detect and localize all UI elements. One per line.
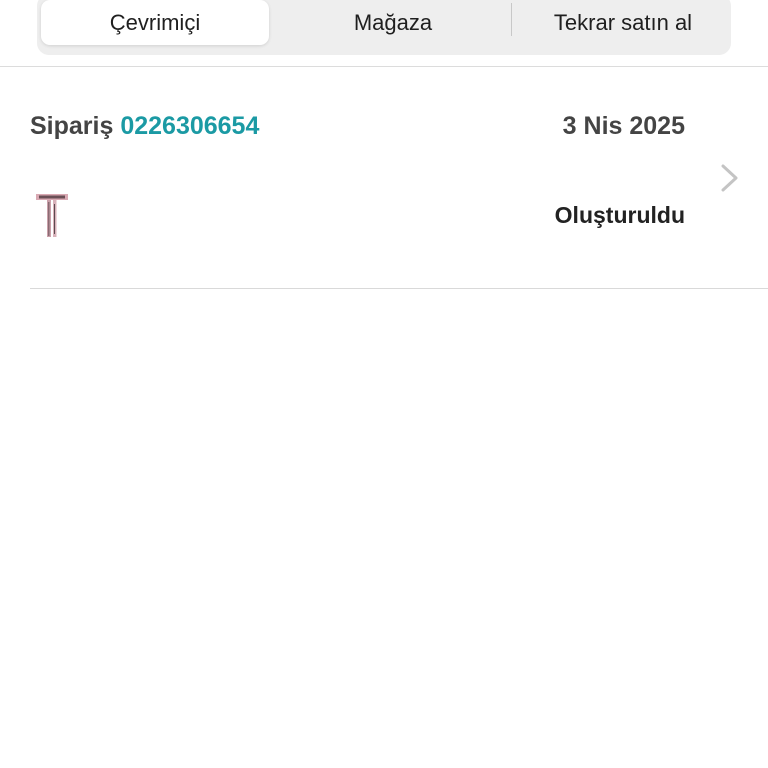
- tab-buy-again[interactable]: Tekrar satın al: [517, 0, 729, 45]
- top-bar: Çevrimiçi Mağaza Tekrar satın al: [0, 0, 768, 67]
- order-type-segmented-control: Çevrimiçi Mağaza Tekrar satın al: [37, 0, 731, 55]
- order-date: 3 Nis 2025: [562, 112, 685, 140]
- chevron-right-icon: [721, 164, 738, 192]
- product-thumbnail-icon: [36, 194, 68, 237]
- order-status: Oluşturuldu: [554, 202, 685, 228]
- tab-store[interactable]: Mağaza: [278, 0, 508, 45]
- order-prefix: Sipariş: [30, 112, 114, 140]
- order-list-item[interactable]: Sipariş 0226306654 3 Nis 2025 Oluşturuld…: [30, 67, 768, 289]
- segment-divider: [511, 3, 512, 36]
- order-number: 0226306654: [120, 112, 260, 140]
- tab-online[interactable]: Çevrimiçi: [41, 0, 269, 45]
- order-title: Sipariş 0226306654: [30, 112, 259, 141]
